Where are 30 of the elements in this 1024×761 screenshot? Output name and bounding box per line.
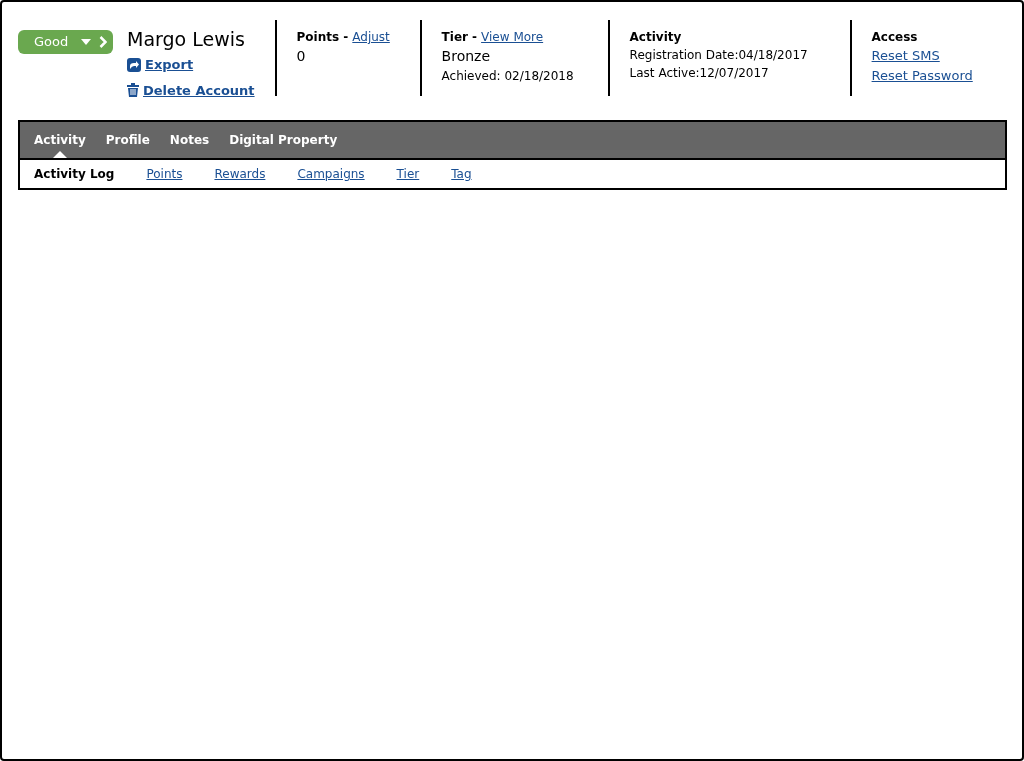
section-title: Tier - — [441, 29, 478, 46]
subtab[interactable]: Campaigns — [297, 165, 365, 183]
caret-down-icon — [81, 38, 91, 46]
subtab[interactable]: Points — [146, 165, 183, 183]
action-link[interactable]: Export — [145, 55, 194, 75]
reset-link[interactable]: Reset Password — [871, 67, 973, 83]
tab[interactable]: Profile — [97, 122, 158, 158]
action-link[interactable]: Delete Account — [143, 80, 255, 100]
section-title: Points - — [296, 29, 349, 46]
customer-name: Margo Lewis — [127, 30, 246, 49]
reset-link[interactable]: Reset SMS — [871, 48, 940, 63]
tab[interactable]: Activity — [26, 122, 94, 158]
subtab[interactable]: Rewards — [214, 165, 266, 183]
tab[interactable]: Digital Property — [221, 122, 346, 158]
points-value: 0 — [296, 47, 307, 66]
subtab[interactable]: Tag — [451, 165, 472, 183]
trash-icon — [127, 83, 139, 98]
section-title: Activity — [629, 29, 683, 46]
section-link[interactable]: Adjust — [352, 28, 390, 46]
subtab[interactable]: Activity Log — [34, 165, 115, 183]
subtab[interactable]: Tier — [396, 165, 420, 183]
achieved-date: Achieved: 02/18/2018 — [441, 68, 575, 85]
section-title: Access — [871, 29, 919, 46]
tier-value: Bronze — [441, 47, 492, 66]
activity-date: Registration Date:04/18/2017 — [629, 47, 809, 64]
activity-date: Last Active:12/07/2017 — [629, 65, 770, 82]
tab[interactable]: Notes — [161, 122, 218, 158]
share-icon — [127, 57, 141, 72]
section-link[interactable]: View More — [481, 28, 544, 46]
chevron-right-icon — [99, 36, 107, 48]
